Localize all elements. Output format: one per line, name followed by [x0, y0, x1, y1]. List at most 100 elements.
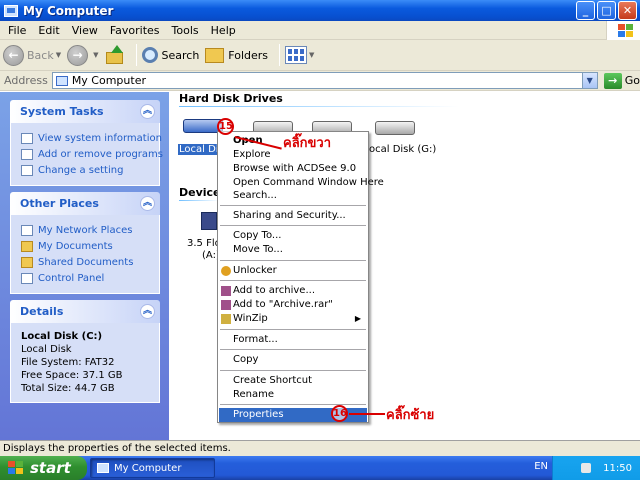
go-arrow-icon: →	[603, 72, 622, 89]
menu-favorites[interactable]: Favorites	[104, 24, 166, 37]
close-button[interactable]: ✕	[618, 1, 637, 20]
details-filesystem: File System: FAT32	[21, 357, 115, 368]
collapse-chevron-icon[interactable]: ︽	[140, 104, 155, 119]
details-free-space: Free Space: 37.1 GB	[21, 370, 123, 381]
search-icon	[141, 47, 158, 63]
search-label: Search	[161, 48, 200, 62]
my-network-places-link[interactable]: My Network Places	[21, 222, 153, 238]
menu-separator	[220, 329, 366, 330]
taskbar: start My Computer EN 11:50	[0, 456, 640, 480]
menu-separator	[220, 404, 366, 405]
volume-icon[interactable]	[581, 463, 592, 473]
address-dropdown-button[interactable]: ▼	[581, 73, 597, 88]
forward-button[interactable]: → ▼	[67, 44, 99, 66]
folders-button[interactable]: Folders	[205, 47, 268, 63]
chevron-down-icon: ▼	[93, 51, 99, 59]
hard-disk-drives-heading: Hard Disk Drives	[179, 92, 283, 105]
menu-item-create-shortcut[interactable]: Create Shortcut	[219, 374, 367, 388]
view-system-information-link[interactable]: View system information	[21, 130, 162, 146]
shared-documents-icon	[21, 256, 33, 268]
my-documents-link[interactable]: My Documents	[21, 238, 153, 254]
collapse-chevron-icon[interactable]: ︽	[140, 196, 155, 211]
shared-documents-link[interactable]: Shared Documents	[21, 254, 153, 270]
chevron-down-icon: ▼	[55, 51, 62, 59]
maximize-button[interactable]: □	[597, 1, 616, 20]
other-places-title: Other Places	[20, 197, 99, 210]
winrar-icon	[221, 286, 231, 296]
taskbar-item-my-computer[interactable]: My Computer	[90, 458, 215, 478]
details-total-size: Total Size: 44.7 GB	[21, 383, 115, 394]
menu-item-search[interactable]: Search...	[219, 189, 367, 203]
winrar-icon	[221, 300, 231, 310]
up-folder-icon	[105, 45, 125, 65]
window-title-bar[interactable]: My Computer _ □ ✕	[0, 0, 640, 21]
local-disk-g-drive-icon[interactable]	[375, 121, 415, 135]
address-input[interactable]: My Computer ▼	[51, 72, 598, 89]
menu-separator	[220, 349, 366, 350]
menu-item-add-to-archive[interactable]: Add to archive...	[219, 284, 367, 298]
my-documents-icon	[21, 240, 33, 252]
group-divider	[179, 106, 459, 107]
details-type: Local Disk	[21, 344, 72, 355]
local-disk-g-label[interactable]: ocal Disk (G:)	[369, 144, 436, 155]
back-arrow-icon: ←	[3, 44, 24, 66]
details-name: Local Disk (C:)	[21, 331, 103, 342]
menu-item-rename[interactable]: Rename	[219, 388, 367, 402]
menu-item-copy[interactable]: Copy	[219, 353, 367, 367]
menu-view[interactable]: View	[66, 24, 104, 37]
window-controls: _ □ ✕	[576, 1, 637, 20]
menu-separator	[220, 225, 366, 226]
search-button[interactable]: Search	[141, 47, 200, 63]
windows-logo-icon	[606, 21, 640, 40]
chevron-down-icon: ▼	[309, 51, 315, 59]
menu-file[interactable]: File	[2, 24, 32, 37]
go-label: Go	[624, 74, 640, 87]
system-tasks-header[interactable]: System Tasks ︽	[10, 100, 160, 123]
back-button[interactable]: ← Back ▼	[3, 44, 62, 66]
back-label: Back	[27, 48, 54, 62]
submenu-arrow-icon: ▶	[354, 314, 361, 323]
group-divider	[179, 200, 219, 201]
minimize-button[interactable]: _	[576, 1, 595, 20]
go-button[interactable]: → Go	[603, 72, 640, 89]
toolbar: ← Back ▼ → ▼ Search Folders ▼	[0, 40, 640, 71]
menu-item-unlocker[interactable]: Unlocker	[219, 264, 367, 278]
change-setting-link[interactable]: Change a setting	[21, 162, 153, 178]
system-tray: 11:50	[552, 456, 640, 480]
menu-item-format[interactable]: Format...	[219, 333, 367, 347]
address-bar: Address My Computer ▼ → Go	[0, 71, 640, 91]
language-indicator[interactable]: EN	[534, 461, 548, 472]
start-button[interactable]: start	[0, 456, 87, 480]
floppy-drive-icon[interactable]	[201, 212, 217, 230]
menu-separator	[220, 280, 366, 281]
step-16-text: คลิ๊กซ้าย	[386, 408, 435, 423]
status-bar: Displays the properties of the selected …	[0, 440, 640, 456]
address-value: My Computer	[71, 74, 146, 87]
add-remove-programs-link[interactable]: Add or remove programs	[21, 146, 163, 162]
details-title: Details	[20, 305, 64, 318]
details-header[interactable]: Details ︽	[10, 300, 160, 323]
control-panel-link[interactable]: Control Panel	[21, 270, 153, 286]
my-computer-icon	[4, 4, 18, 17]
menu-item-move-to[interactable]: Move To...	[219, 243, 367, 257]
menu-edit[interactable]: Edit	[32, 24, 65, 37]
menu-item-sharing-security[interactable]: Sharing and Security...	[219, 209, 367, 223]
up-folder-button[interactable]	[105, 45, 125, 65]
details-panel: Details ︽ Local Disk (C:) Local Disk Fil…	[10, 300, 160, 403]
other-places-header[interactable]: Other Places ︽	[10, 192, 160, 215]
views-button[interactable]: ▼	[285, 46, 314, 64]
system-tasks-title: System Tasks	[20, 105, 104, 118]
menu-item-open-command-window[interactable]: Open Command Window Here	[219, 176, 384, 190]
toolbar-separator	[279, 44, 281, 66]
menu-item-copy-to[interactable]: Copy To...	[219, 229, 367, 243]
my-computer-icon	[55, 75, 68, 86]
collapse-chevron-icon[interactable]: ︽	[140, 304, 155, 319]
menu-help[interactable]: Help	[205, 24, 242, 37]
menu-item-browse-acdsee[interactable]: Browse with ACDSee 9.0	[219, 162, 367, 176]
system-info-icon	[21, 132, 33, 144]
menu-item-winzip[interactable]: WinZip ▶	[219, 312, 367, 326]
folder-icon	[205, 47, 225, 63]
unlocker-icon	[221, 266, 231, 276]
menu-item-add-to-archive-rar[interactable]: Add to "Archive.rar"	[219, 298, 367, 312]
menu-tools[interactable]: Tools	[166, 24, 205, 37]
